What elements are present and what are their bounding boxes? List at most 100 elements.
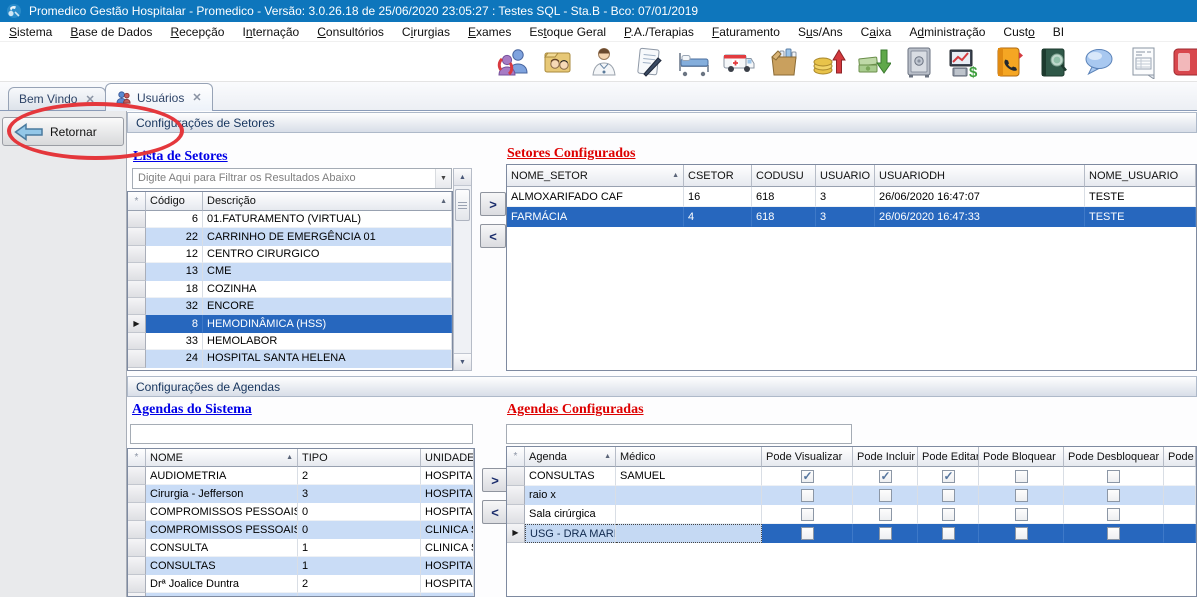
table-row[interactable]: COMPROMISSOS PESSOAIS0HOSPITAL — [128, 503, 474, 521]
cell-tipo[interactable] — [298, 593, 421, 597]
cell-pode-incluir[interactable] — [853, 505, 918, 524]
cell-descricao[interactable]: HEMOLABOR — [203, 333, 452, 350]
column-header-pode-editar[interactable]: Pode Editar — [918, 447, 979, 467]
cell-codigo[interactable]: 6 — [146, 211, 203, 228]
checkbox-pode-desbloquear[interactable] — [1107, 508, 1120, 521]
table-row[interactable]: 32ENCORE — [128, 298, 452, 315]
hospital-bed-icon[interactable] — [677, 45, 711, 79]
invoice-icon[interactable] — [1127, 45, 1161, 79]
cell-codigo[interactable]: 22 — [146, 228, 203, 245]
row-indicator[interactable] — [128, 575, 146, 593]
cell-agenda[interactable]: USG - DRA MARIA A — [525, 524, 616, 543]
column-header-usuario[interactable]: USUARIO — [816, 165, 875, 187]
row-indicator[interactable] — [128, 350, 146, 367]
row-indicator[interactable] — [128, 467, 146, 485]
row-indicator[interactable] — [128, 557, 146, 575]
clipped-icon[interactable] — [1172, 45, 1197, 79]
menu-item-administracao[interactable]: Administração — [900, 25, 994, 39]
table-row[interactable]: 601.FATURAMENTO (VIRTUAL) — [128, 211, 452, 228]
table-row[interactable]: CONSULTA1CLINICA S — [128, 539, 474, 557]
cell-descricao[interactable]: COZINHA — [203, 281, 452, 298]
cell-agenda[interactable]: Sala cirúrgica — [525, 505, 616, 524]
menu-item-bi[interactable]: BI — [1044, 25, 1073, 39]
scroll-up-icon[interactable]: ▲ — [454, 169, 471, 186]
cell-descricao[interactable]: HEMODINÂMICA (HSS) — [203, 315, 452, 332]
cell-tipo[interactable]: 3 — [298, 485, 421, 503]
remove-agenda-button[interactable]: < — [482, 500, 508, 524]
phone-directory-icon[interactable] — [992, 45, 1026, 79]
prescription-icon[interactable] — [632, 45, 666, 79]
cell-codigo[interactable]: 8 — [146, 315, 203, 332]
cell-pode-desbloquear[interactable] — [1064, 524, 1164, 543]
cell-nome[interactable]: COMPROMISSOS PESSOAIS — [146, 521, 298, 539]
agendas-configuradas-filter-input[interactable] — [506, 424, 852, 444]
table-row[interactable]: ▶8HEMODINÂMICA (HSS) — [128, 315, 452, 332]
column-header-medico[interactable]: Médico — [616, 447, 762, 467]
cell-codusu[interactable]: 618 — [752, 207, 816, 227]
table-row[interactable]: CONSULTAS1HOSPITAL — [128, 557, 474, 575]
cell-nome-setor[interactable]: ALMOXARIFADO CAF — [507, 187, 684, 207]
cell-pode-visualizar[interactable] — [762, 524, 853, 543]
cell-unidade[interactable]: HOSPITAL — [421, 467, 474, 485]
menu-item-exames[interactable]: Exames — [459, 25, 520, 39]
cell-pode-incluir[interactable] — [853, 486, 918, 505]
agendas-sistema-filter-input[interactable] — [130, 424, 473, 444]
setores-configurados-link[interactable]: Setores Configurados — [507, 146, 635, 162]
row-indicator[interactable] — [507, 486, 525, 505]
chat-icon[interactable] — [1082, 45, 1116, 79]
safe-icon[interactable] — [902, 45, 936, 79]
cell-nome[interactable]: CONSULTAS — [146, 557, 298, 575]
cell-nome[interactable]: COMPROMISSOS PESSOAIS — [146, 503, 298, 521]
cell-pode[interactable] — [1164, 524, 1196, 543]
agendas-configuradas-link[interactable]: Agendas Configuradas — [507, 402, 644, 418]
row-indicator[interactable] — [507, 505, 525, 524]
tab-bem-vindo[interactable]: Bem Vindo✕ — [8, 87, 106, 110]
row-indicator[interactable] — [507, 467, 525, 486]
table-row[interactable]: raio x — [507, 486, 1196, 505]
cell-descricao[interactable]: HOSPITAL SANTA HELENA — [203, 350, 452, 367]
table-row[interactable]: COMPROMISSOS PESSOAIS0CLINICA S — [128, 521, 474, 539]
cell-pode-visualizar[interactable] — [762, 467, 853, 486]
cell-medico[interactable]: SAMUEL — [616, 467, 762, 486]
column-header-pode-desbloquear[interactable]: Pode Desbloquear — [1064, 447, 1164, 467]
column-header-nome-usuario[interactable]: NOME_USUARIO — [1085, 165, 1196, 187]
menu-item-sistema[interactable]: Sistema — [0, 25, 61, 39]
cell-codusu[interactable]: 618 — [752, 187, 816, 207]
expense-down-icon[interactable] — [857, 45, 891, 79]
checkbox-pode-desbloquear[interactable] — [1107, 489, 1120, 502]
cell-nome[interactable]: Cirurgia - Jefferson — [146, 485, 298, 503]
checkbox-pode-incluir[interactable] — [879, 508, 892, 521]
table-row[interactable]: CONSULTASSAMUEL — [507, 467, 1196, 486]
column-header-pode-visualizar[interactable]: Pode Visualizar — [762, 447, 853, 467]
table-row[interactable]: 24HOSPITAL SANTA HELENA — [128, 350, 452, 367]
cell-codigo[interactable]: 13 — [146, 263, 203, 280]
cell-descricao[interactable]: CENTRO CIRURGICO — [203, 246, 452, 263]
revenue-up-icon[interactable] — [812, 45, 846, 79]
cell-pode-desbloquear[interactable] — [1064, 467, 1164, 486]
table-row[interactable]: ▶USG - DRA MARIA A — [507, 524, 1196, 543]
menu-item-estoque-geral[interactable]: Estoque Geral — [520, 25, 615, 39]
checkbox-pode-visualizar[interactable] — [801, 527, 814, 540]
checkbox-pode-incluir[interactable] — [879, 489, 892, 502]
column-header-agenda[interactable]: Agenda▲ — [525, 447, 616, 467]
setores-scrollbar[interactable]: ▲ ▼ — [453, 168, 472, 371]
column-header-descricao[interactable]: Descrição▲ — [203, 192, 452, 211]
menu-item-faturamento[interactable]: Faturamento — [703, 25, 789, 39]
cell-pode-incluir[interactable] — [853, 524, 918, 543]
agendas-do-sistema-link[interactable]: Agendas do Sistema — [132, 402, 252, 418]
cell-pode-visualizar[interactable] — [762, 505, 853, 524]
cell-unidade[interactable]: HOSPITAL — [421, 485, 474, 503]
checkbox-pode-visualizar[interactable] — [801, 508, 814, 521]
cell-unidade[interactable]: CLINICA S — [421, 539, 474, 557]
menu-item-internacao[interactable]: Internação — [233, 25, 308, 39]
table-row[interactable]: FARMÁCIA4618326/06/2020 16:47:33TESTE — [507, 207, 1196, 227]
column-header-usuariodh[interactable]: USUARIODH — [875, 165, 1085, 187]
patient-records-icon[interactable] — [542, 45, 576, 79]
checkbox-pode-editar[interactable] — [942, 527, 955, 540]
cell-usuario[interactable]: 3 — [816, 207, 875, 227]
cell-nome-usuario[interactable]: TESTE — [1085, 207, 1196, 227]
menu-item-custo[interactable]: Custo — [994, 25, 1043, 39]
cell-pode[interactable] — [1164, 505, 1196, 524]
menu-item-p-a-terapias[interactable]: P.A./Terapias — [615, 25, 703, 39]
lista-de-setores-link[interactable]: Lista de Setores — [133, 149, 228, 165]
